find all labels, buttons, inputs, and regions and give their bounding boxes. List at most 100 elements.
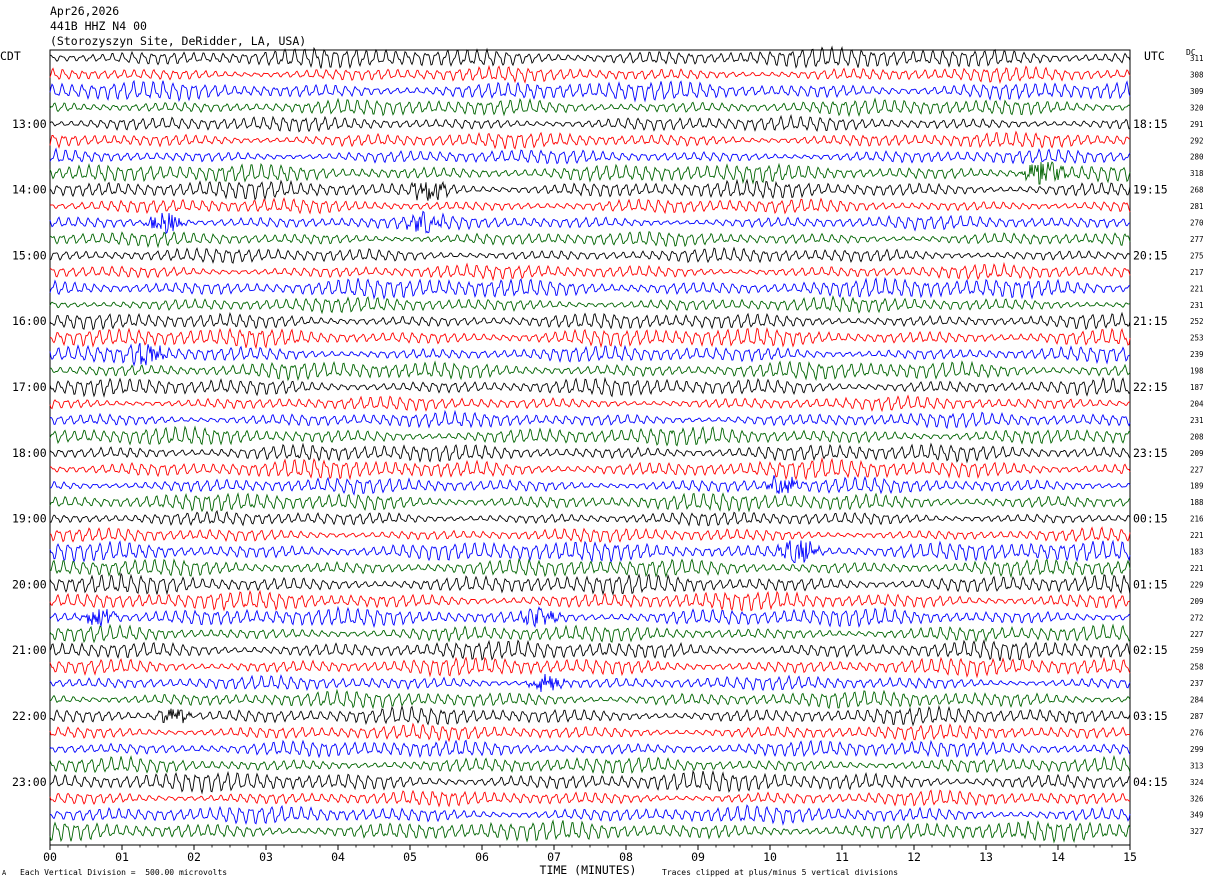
utc-hour-label: 00:15 xyxy=(1133,512,1168,526)
trace-17 xyxy=(49,311,1131,331)
dc-offset-label: 275 xyxy=(1190,251,1204,260)
cdt-hour-label: 21:00 xyxy=(12,643,47,657)
utc-hour-label: 22:15 xyxy=(1133,380,1168,394)
x-tick-label: 02 xyxy=(187,850,201,864)
dc-offset-label: 308 xyxy=(1190,70,1204,79)
dc-offset-label: 320 xyxy=(1190,103,1204,112)
dc-offset-label: 231 xyxy=(1190,301,1204,310)
trace-12 xyxy=(49,231,1131,249)
dc-offset-label: 221 xyxy=(1190,564,1204,573)
plot-frame xyxy=(49,49,1131,846)
utc-hour-label: 04:15 xyxy=(1133,775,1168,789)
trace-32 xyxy=(49,557,1131,579)
dc-offset-label: 237 xyxy=(1190,679,1204,688)
x-tick-label: 08 xyxy=(619,850,633,864)
cdt-hour-label: 16:00 xyxy=(12,314,47,328)
dc-offset-label: 189 xyxy=(1190,482,1204,491)
dc-offset-label: 287 xyxy=(1190,712,1204,721)
x-tick-label: 05 xyxy=(403,850,417,864)
utc-hour-label: 23:15 xyxy=(1133,446,1168,460)
dc-offset-label: 229 xyxy=(1190,580,1204,589)
dc-offset-label: 270 xyxy=(1190,219,1204,228)
dc-offset-label: 284 xyxy=(1190,696,1204,705)
dc-offset-label: 258 xyxy=(1190,663,1204,672)
trace-39 xyxy=(49,673,1131,693)
dc-offset-label: 318 xyxy=(1190,169,1204,178)
trace-23 xyxy=(49,409,1131,430)
dc-offset-label: 349 xyxy=(1190,811,1204,820)
trace-4 xyxy=(49,97,1131,118)
utc-hour-label: 18:15 xyxy=(1133,117,1168,131)
trace-20 xyxy=(49,360,1131,382)
cdt-hour-label: 13:00 xyxy=(12,117,47,131)
x-tick-label: 13 xyxy=(979,850,993,864)
dc-offset-label: 309 xyxy=(1190,87,1204,96)
dc-offset-label: 209 xyxy=(1190,597,1204,606)
trace-42 xyxy=(49,722,1131,743)
dc-offset-label: 313 xyxy=(1190,761,1204,770)
trace-10 xyxy=(49,197,1131,215)
dc-offset-label: 253 xyxy=(1190,334,1204,343)
x-tick-label: 07 xyxy=(547,850,561,864)
dc-offset-label: 327 xyxy=(1190,827,1204,836)
trace-35 xyxy=(49,605,1131,629)
dc-offset-label: 209 xyxy=(1190,449,1204,458)
x-tick-label: 01 xyxy=(115,850,129,864)
x-tick-label: 12 xyxy=(907,850,921,864)
dc-offset-label: 276 xyxy=(1190,728,1204,737)
footer-mark: A xyxy=(2,869,7,877)
dc-offset-label: 252 xyxy=(1190,317,1204,326)
x-tick-label: 06 xyxy=(475,850,489,864)
x-tick-label: 10 xyxy=(763,850,777,864)
dc-offset-label: 268 xyxy=(1190,186,1204,195)
dc-offset-label: 277 xyxy=(1190,235,1204,244)
cdt-hour-label: 22:00 xyxy=(12,709,47,723)
x-tick-label: 00 xyxy=(43,850,57,864)
dc-offset-label: 221 xyxy=(1190,284,1204,293)
utc-hour-label: 19:15 xyxy=(1133,183,1168,197)
trace-28 xyxy=(49,492,1131,513)
dc-offset-label: 204 xyxy=(1190,399,1204,408)
dc-offset-label: 188 xyxy=(1190,498,1204,507)
utc-hour-label: 03:15 xyxy=(1133,709,1168,723)
dc-offset-label: 183 xyxy=(1190,548,1204,557)
trace-2 xyxy=(49,64,1131,85)
cdt-hour-label: 23:00 xyxy=(12,775,47,789)
trace-16 xyxy=(49,295,1131,315)
x-tick-label: 11 xyxy=(835,850,849,864)
dc-offset-label: 299 xyxy=(1190,745,1204,754)
dc-offset-label: 280 xyxy=(1190,153,1204,162)
dc-offset-label: 187 xyxy=(1190,383,1204,392)
trace-24 xyxy=(49,425,1131,447)
trace-46 xyxy=(49,789,1131,808)
dc-offset-label: 231 xyxy=(1190,416,1204,425)
trace-47 xyxy=(49,804,1131,826)
utc-hour-label: 20:15 xyxy=(1133,248,1168,262)
utc-hour-label: 02:15 xyxy=(1133,643,1168,657)
dc-offset-label: 272 xyxy=(1190,613,1204,622)
dc-offset-label: 291 xyxy=(1190,120,1204,129)
utc-hour-label: 01:15 xyxy=(1133,577,1168,591)
x-tick-label: 14 xyxy=(1051,850,1065,864)
footer-clip-note: Traces clipped at plus/minus 5 vertical … xyxy=(662,868,899,877)
trace-38 xyxy=(49,656,1131,679)
trace-45 xyxy=(49,769,1131,795)
trace-8 xyxy=(49,161,1131,185)
utc-hour-label: 21:15 xyxy=(1133,314,1168,328)
traces xyxy=(49,45,1131,844)
cdt-hour-label: 20:00 xyxy=(12,577,47,591)
dc-offset-label: 292 xyxy=(1190,136,1204,145)
trace-25 xyxy=(49,442,1131,464)
trace-22 xyxy=(49,394,1131,413)
dc-offset-label: 259 xyxy=(1190,646,1204,655)
trace-13 xyxy=(49,246,1131,264)
cdt-hour-label: 15:00 xyxy=(12,248,47,262)
dc-offset-label: 227 xyxy=(1190,630,1204,639)
x-tick-label: 09 xyxy=(691,850,705,864)
dc-offset-label: 227 xyxy=(1190,465,1204,474)
trace-9 xyxy=(49,178,1131,201)
trace-15 xyxy=(49,277,1131,300)
trace-18 xyxy=(49,327,1131,350)
trace-3 xyxy=(49,79,1131,103)
trace-14 xyxy=(49,261,1131,282)
